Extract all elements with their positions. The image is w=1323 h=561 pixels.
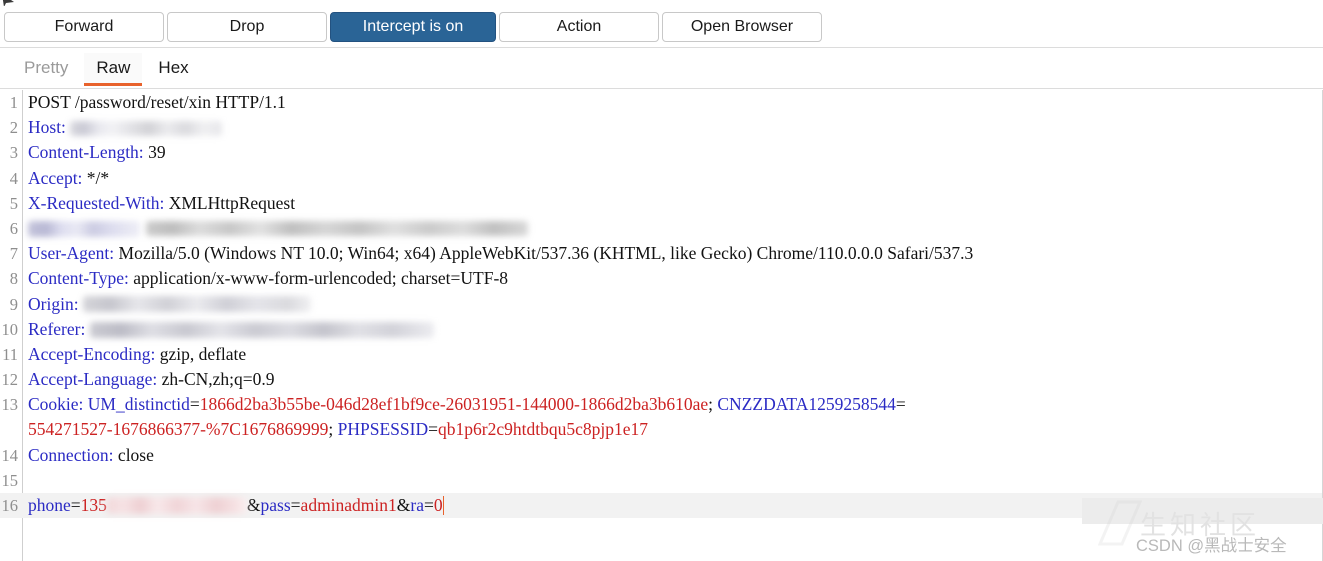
cookie-key-phpsessid: PHPSESSID [337, 419, 429, 440]
line-number: 5 [9, 193, 18, 213]
code-line: 3 Content-Length: 39 [0, 140, 1322, 165]
line-number: 13 [1, 395, 19, 415]
cookie-key-cnzzdata: CNZZDATA1259258544 [717, 394, 896, 415]
code-line: 12 Accept-Language: zh-CN,zh;q=0.9 [0, 367, 1322, 392]
code-line: 1 POST /password/reset/xin HTTP/1.1 [0, 90, 1322, 115]
line-number: 2 [9, 118, 18, 138]
header-name-host: Host: [28, 117, 66, 138]
drop-button[interactable]: Drop [167, 11, 327, 42]
header-value-content-length: 39 [148, 142, 166, 163]
body-param-key-pass: pass [260, 495, 291, 515]
tab-hex[interactable]: Hex [146, 53, 200, 86]
line-number: 3 [9, 143, 18, 163]
code-line: 11 Accept-Encoding: gzip, deflate [0, 342, 1322, 367]
header-value-accept-encoding: gzip, deflate [159, 343, 247, 364]
header-value-x-requested-with: XMLHttpRequest [168, 192, 296, 213]
tab-raw[interactable]: Raw [84, 53, 143, 86]
body-param-value-phone-prefix: 135 [80, 495, 107, 515]
cookie-value-um-distinctid: 1866d2ba3b55be-046d28ef1bf9ce-26031951-1… [199, 394, 709, 415]
line-number: 10 [1, 319, 19, 339]
code-line: 4 Accept: */* [0, 166, 1322, 191]
line-number: 1 [9, 93, 18, 112]
header-name-user-agent: User-Agent: [28, 243, 115, 264]
text-cursor [442, 496, 445, 516]
code-line-wrapped: 554271527-1676866377-%7C1676869999; PHPS… [28, 419, 648, 440]
line-number: 12 [1, 370, 19, 390]
forward-button[interactable]: Forward [4, 11, 164, 42]
line-number: 6 [9, 218, 18, 238]
redacted-host-value [70, 120, 223, 136]
intercept-toggle-button[interactable]: Intercept is on [330, 11, 496, 42]
request-editor[interactable]: 1 POST /password/reset/xin HTTP/1.1 2 Ho… [0, 90, 1323, 561]
body-param-key-phone: phone [28, 495, 71, 515]
code-line: 5 X-Requested-With: XMLHttpRequest [0, 191, 1322, 216]
line-number: 15 [1, 470, 19, 490]
request-line: POST /password/reset/xin HTTP/1.1 [28, 92, 286, 112]
cookie-value-cnzzdata: 554271527-1676866377-%7C1676869999 [28, 419, 329, 440]
body-param-key-ra: ra [410, 495, 425, 515]
header-name-cookie: Cookie: [28, 394, 84, 415]
header-name-x-requested-with: X-Requested-With: [28, 192, 165, 213]
line-number: 4 [9, 168, 18, 188]
header-value-content-type: application/x-www-form-urlencoded; chars… [133, 268, 509, 289]
cookie-value-phpsessid: qb1p6r2c9htdtbqu5c8pjp1e17 [438, 419, 648, 440]
action-button[interactable]: Action [499, 11, 659, 42]
header-name-referer: Referer: [28, 318, 86, 339]
code-line-empty: 15 [0, 468, 1322, 493]
code-line: 2 Host: [0, 115, 1322, 140]
body-param-value-ra: 0 [433, 495, 443, 515]
watermark-text: CSDN @黑战士安全 [1136, 537, 1287, 555]
header-name-accept-encoding: Accept-Encoding: [28, 343, 156, 364]
intercept-toolbar: Forward Drop Intercept is on Action Open… [0, 6, 1323, 48]
line-number: 11 [2, 344, 18, 364]
line-number: 9 [9, 294, 18, 314]
header-value-accept-language: zh-CN,zh;q=0.9 [161, 369, 275, 390]
cookie-key-um-distinctid: UM_distinctid [87, 394, 190, 415]
header-value-accept: */* [86, 167, 110, 188]
redacted-origin-value [82, 296, 311, 313]
header-value-connection: close [117, 444, 154, 465]
code-line: 9 Origin: [0, 292, 1322, 317]
code-line: 8 Content-Type: application/x-www-form-u… [0, 266, 1322, 291]
header-name-origin: Origin: [28, 293, 79, 314]
open-browser-button[interactable]: Open Browser [662, 11, 822, 42]
body-param-value-pass: adminadmin1 [300, 495, 397, 515]
header-name-accept: Accept: [28, 167, 83, 188]
header-name-content-type: Content-Type: [28, 268, 129, 289]
header-name-content-length: Content-Length: [28, 142, 144, 163]
redacted-phone-value [106, 497, 247, 515]
redacted-header-name [28, 220, 140, 237]
line-number: 14 [1, 445, 19, 465]
line-number: 7 [9, 244, 18, 264]
code-line: 14 Connection: close [0, 443, 1322, 468]
header-value-user-agent: Mozilla/5.0 (Windows NT 10.0; Win64; x64… [118, 243, 974, 264]
line-number: 8 [9, 269, 18, 289]
redacted-header-value [146, 221, 528, 237]
redacted-referer-value [89, 321, 434, 338]
request-code[interactable]: 1 POST /password/reset/xin HTTP/1.1 2 Ho… [0, 90, 1322, 519]
code-line: 6 [0, 216, 1322, 241]
code-line: 7 User-Agent: Mozilla/5.0 (Windows NT 10… [0, 241, 1322, 266]
header-name-accept-language: Accept-Language: [28, 369, 158, 390]
message-view-tabs: Pretty Raw Hex [0, 49, 1323, 89]
header-name-connection: Connection: [28, 444, 114, 465]
code-line: 13 Cookie: UM_distinctid=1866d2ba3b55be-… [0, 392, 1322, 417]
code-line: 10 Referer: [0, 317, 1322, 342]
line-number: 16 [1, 496, 19, 515]
tab-pretty[interactable]: Pretty [12, 53, 80, 86]
